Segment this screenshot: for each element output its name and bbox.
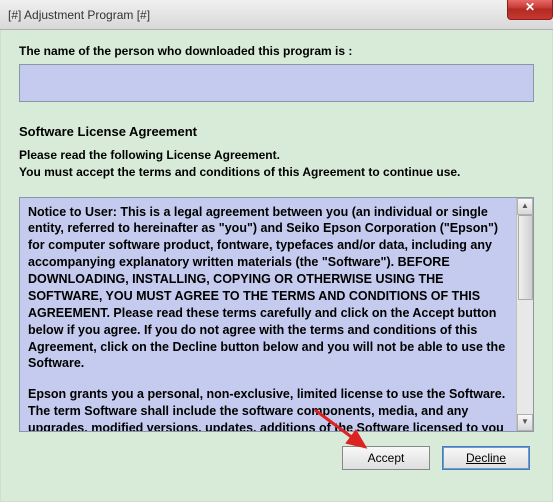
scrollbar[interactable]: ▲ ▼ — [516, 198, 533, 431]
scroll-thumb[interactable] — [518, 215, 533, 300]
titlebar: [#] Adjustment Program [#] ✕ — [0, 0, 553, 30]
window-title: [#] Adjustment Program [#] — [8, 8, 150, 22]
dialog-content: The name of the person who downloaded th… — [0, 30, 553, 502]
downloader-name-field[interactable] — [19, 64, 534, 102]
button-row: Accept Decline — [19, 446, 534, 470]
close-button[interactable]: ✕ — [507, 0, 553, 20]
scroll-down-button[interactable]: ▼ — [517, 414, 533, 431]
decline-button[interactable]: Decline — [442, 446, 530, 470]
eula-box: Notice to User: This is a legal agreemen… — [19, 197, 534, 432]
downloader-label: The name of the person who downloaded th… — [19, 44, 534, 58]
accept-button[interactable]: Accept — [342, 446, 430, 470]
eula-text[interactable]: Notice to User: This is a legal agreemen… — [20, 198, 516, 431]
license-heading: Software License Agreement — [19, 124, 534, 139]
eula-paragraph-1: Notice to User: This is a legal agreemen… — [28, 204, 508, 373]
scroll-up-button[interactable]: ▲ — [517, 198, 533, 215]
instruction-line-1: Please read the following License Agreem… — [19, 148, 280, 162]
instruction-text: Please read the following License Agreem… — [19, 147, 534, 181]
instruction-line-2: You must accept the terms and conditions… — [19, 165, 460, 179]
eula-paragraph-2: Epson grants you a personal, non-exclusi… — [28, 386, 508, 430]
